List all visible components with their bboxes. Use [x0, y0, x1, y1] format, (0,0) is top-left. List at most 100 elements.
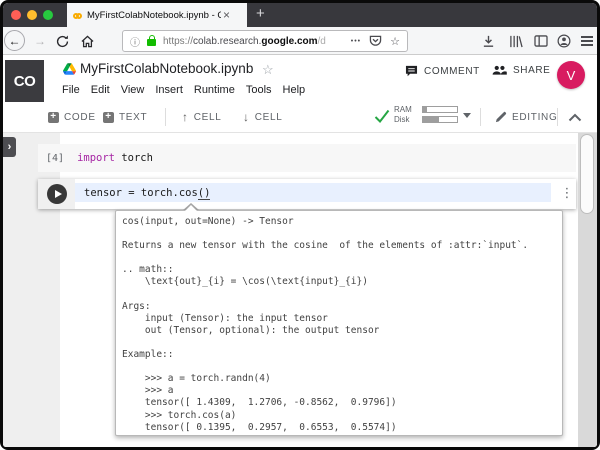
avatar[interactable]: V: [557, 61, 585, 89]
disk-usage-bar: [422, 116, 458, 123]
cell2-code-paren: (): [197, 186, 211, 200]
menu-insert[interactable]: Insert: [155, 84, 183, 96]
plus-code-icon: +: [48, 111, 59, 123]
docstring-text: cos(input, out=None) -> Tensor Returns a…: [122, 216, 529, 433]
home-button[interactable]: [78, 27, 96, 55]
new-tab-button[interactable]: +: [256, 5, 265, 22]
execution-count: [4]: [46, 152, 65, 164]
hamburger-icon: [581, 36, 593, 46]
home-icon: [80, 35, 94, 47]
play-icon: [54, 190, 62, 198]
open-left-pane-tab[interactable]: ›: [3, 137, 16, 157]
menu-runtime[interactable]: Runtime: [194, 84, 235, 96]
chevron-up-icon: [568, 113, 582, 121]
browser-inner: MyFirstColabNotebook.ipynb - C × + ← → ⓘ…: [3, 3, 597, 447]
ram-disk-labels[interactable]: RAM Disk: [394, 105, 412, 124]
cell2-code-main: tensor = torch.cos: [84, 186, 198, 199]
notebook-content: › [4] import torch tensor = torch.cos() …: [3, 133, 597, 447]
arrow-up-icon: ↑: [182, 110, 189, 124]
url-subdomain: colab.research.: [193, 35, 262, 47]
ram-usage-bar: [422, 106, 458, 113]
browser-tab[interactable]: MyFirstColabNotebook.ipynb - C ×: [67, 3, 247, 27]
chevron-right-icon: ›: [7, 141, 12, 153]
collapse-header-button[interactable]: [568, 102, 582, 132]
drive-icon: [63, 63, 76, 75]
menu-edit[interactable]: Edit: [91, 84, 110, 96]
menu-file[interactable]: File: [62, 84, 80, 96]
downloads-button[interactable]: [482, 27, 495, 55]
account-button[interactable]: [557, 27, 571, 55]
menu-button[interactable]: [581, 27, 593, 55]
comment-button[interactable]: COMMENT: [405, 65, 480, 77]
code-cell-1[interactable]: [4] import torch: [38, 144, 576, 172]
site-info-icon[interactable]: ⓘ: [130, 34, 140, 49]
scrollbar-track[interactable]: [578, 133, 597, 447]
disk-label: Disk: [394, 114, 410, 124]
browser-window: MyFirstColabNotebook.ipynb - C × + ← → ⓘ…: [0, 0, 600, 450]
menu-help[interactable]: Help: [283, 84, 306, 96]
url-bar[interactable]: ⓘ https://colab.research.google.com/d ••…: [122, 30, 408, 52]
colab-favicon: [73, 6, 82, 24]
url-path: /d: [317, 35, 326, 47]
tab-close-icon[interactable]: ×: [223, 9, 230, 21]
connected-check-icon: [374, 109, 390, 123]
pocket-icon[interactable]: [369, 35, 382, 47]
resources-dropdown-icon[interactable]: [463, 113, 471, 118]
tab-bar: MyFirstColabNotebook.ipynb - C × +: [3, 3, 597, 27]
docstring-tooltip: cos(input, out=None) -> Tensor Returns a…: [115, 210, 563, 436]
library-button[interactable]: [509, 27, 523, 55]
back-arrow-icon: ←: [8, 33, 21, 48]
sidebar-button[interactable]: [534, 27, 548, 55]
ram-label: RAM: [394, 105, 412, 114]
cell-down-label: CELL: [254, 111, 283, 123]
cell-options-menu[interactable]: ⋮: [560, 183, 574, 205]
cell1-code-rest: torch: [115, 152, 153, 164]
navigation-bar: ← → ⓘ https://colab.research.google.com/…: [3, 27, 597, 55]
menu-tools[interactable]: Tools: [246, 84, 272, 96]
forward-button[interactable]: →: [31, 27, 49, 55]
library-icon: [510, 35, 523, 47]
tab-title: MyFirstColabNotebook.ipynb - C: [87, 9, 221, 21]
comment-label: COMMENT: [424, 65, 480, 77]
add-code-label: CODE: [64, 111, 96, 123]
add-text-button[interactable]: + TEXT: [103, 102, 147, 132]
run-cell-button[interactable]: [47, 184, 67, 204]
arrow-down-icon: ↓: [243, 110, 250, 124]
reload-button[interactable]: [53, 27, 71, 55]
editing-button[interactable]: EDITING: [495, 102, 557, 132]
tooltip-caret-fill: [184, 205, 198, 212]
notebook-title[interactable]: MyFirstColabNotebook.ipynb: [80, 61, 253, 76]
scrollbar-thumb[interactable]: [580, 134, 594, 214]
maximize-window-button[interactable]: [43, 10, 53, 20]
cell2-code[interactable]: tensor = torch.cos(): [84, 186, 211, 200]
plus-text-icon: +: [103, 111, 114, 123]
menu-view[interactable]: View: [121, 84, 145, 96]
comment-icon: [405, 65, 418, 77]
code-cell-2[interactable]: tensor = torch.cos() ⋮: [38, 179, 576, 209]
cell1-code[interactable]: import torch: [77, 152, 153, 164]
toolbar-divider: [165, 108, 166, 126]
keyword-import: import: [77, 152, 115, 164]
minimize-window-button[interactable]: [27, 10, 37, 20]
close-window-button[interactable]: [11, 10, 21, 20]
url-scheme: https://: [163, 35, 194, 47]
secure-lock-icon: [147, 35, 156, 46]
cell-up-label: CELL: [193, 111, 222, 123]
editing-label: EDITING: [512, 111, 558, 123]
cell-down-button[interactable]: ↓ CELL: [243, 102, 283, 132]
bookmark-star-icon[interactable]: ☆: [390, 35, 400, 48]
cell-up-button[interactable]: ↑ CELL: [182, 102, 222, 132]
colab-header: CO MyFirstColabNotebook.ipynb ☆ File Edi…: [3, 55, 597, 102]
star-notebook-icon[interactable]: ☆: [262, 62, 274, 78]
page-actions-icon[interactable]: •••: [351, 38, 361, 45]
back-button[interactable]: ←: [4, 30, 25, 51]
sidebar-icon: [534, 35, 548, 47]
colab-logo[interactable]: CO: [5, 60, 44, 102]
download-icon: [483, 35, 494, 47]
share-button[interactable]: SHARE: [492, 65, 550, 76]
add-code-button[interactable]: + CODE: [48, 102, 96, 132]
notebook-toolbar: + CODE + TEXT ↑ CELL ↓ CELL RAM Disk EDI…: [3, 102, 597, 133]
url-domain: google.com: [261, 35, 318, 47]
cell2-current-line[interactable]: tensor = torch.cos(): [75, 183, 551, 202]
url-text: https://colab.research.google.com/d: [163, 36, 326, 47]
